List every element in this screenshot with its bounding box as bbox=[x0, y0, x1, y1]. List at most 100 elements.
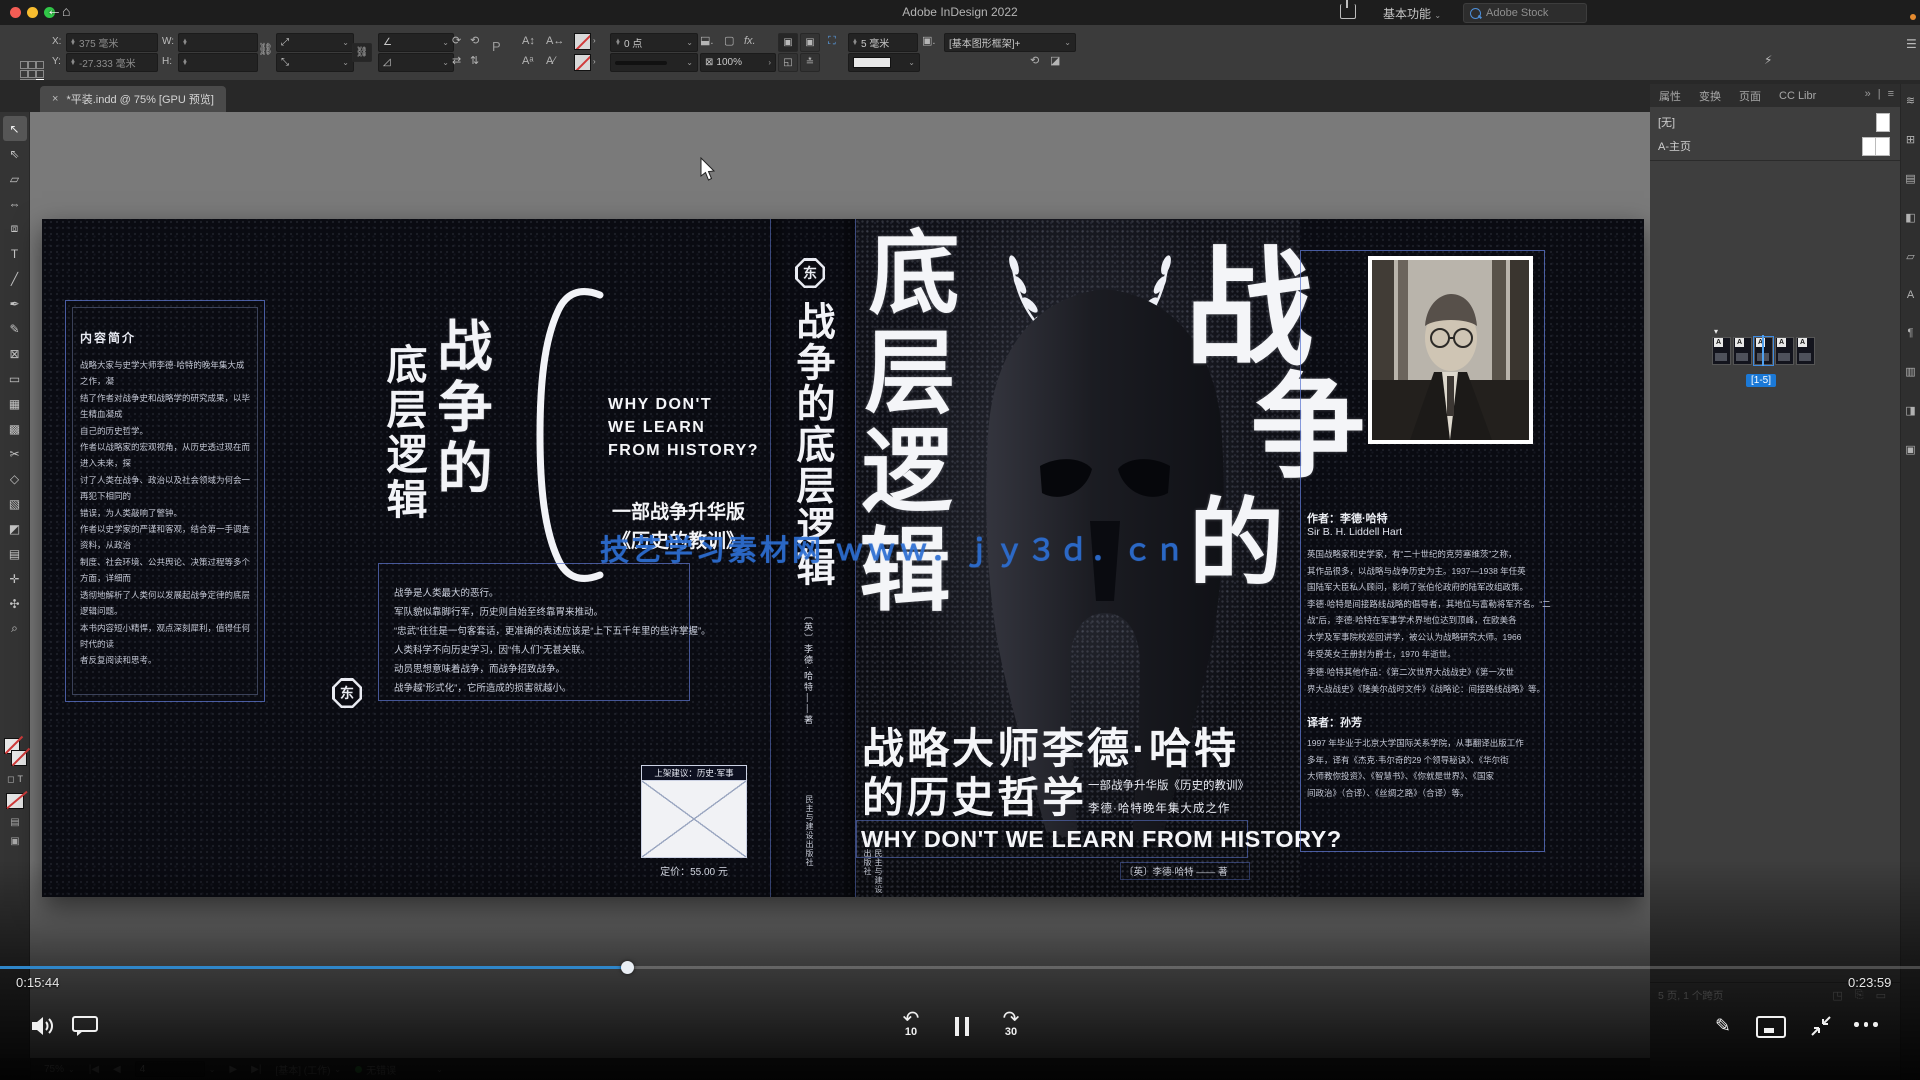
page-range-label[interactable]: [1-5] bbox=[1746, 374, 1776, 387]
free-transform-tool[interactable]: ◇ bbox=[3, 466, 27, 491]
character-panel-icon[interactable]: A bbox=[1907, 289, 1914, 301]
baseline-shift-icon[interactable]: Aᵃ bbox=[522, 55, 533, 67]
fill-chevron-icon[interactable]: › bbox=[593, 56, 596, 68]
pencil-tool[interactable]: ✎ bbox=[3, 316, 27, 341]
rotate-cw-icon[interactable]: ⟳ bbox=[452, 35, 461, 47]
new-spread-icon[interactable]: ⎘ bbox=[1855, 989, 1864, 1002]
workspace-switcher[interactable]: 基本功能 ⌄ bbox=[1383, 5, 1441, 22]
effects-icon[interactable]: fx. bbox=[744, 35, 756, 47]
tab-overflow-icon[interactable]: » bbox=[1865, 88, 1871, 100]
document-tab[interactable]: × *平装.indd @ 75% [GPU 预览] bbox=[40, 86, 226, 112]
frame-fitting-icon[interactable]: ⛶ bbox=[828, 35, 836, 47]
stroke-style-dropdown[interactable]: ⌄ bbox=[610, 53, 698, 72]
corner-options-icon[interactable]: ⬓. bbox=[700, 35, 713, 47]
links-panel-icon[interactable]: ▱ bbox=[1906, 250, 1914, 263]
width-field[interactable]: ▲▼ bbox=[178, 33, 258, 52]
next-page-button[interactable]: ▶ bbox=[229, 1064, 237, 1075]
zoom-tool[interactable]: ⌕ bbox=[3, 616, 27, 641]
gpu-performance-icon[interactable]: ⚡ bbox=[1764, 53, 1772, 67]
skip-forward-button[interactable]: ↷ 30 bbox=[993, 1008, 1029, 1044]
preflight-profile-dropdown[interactable]: [基本] (工作)⌄ bbox=[275, 1062, 341, 1077]
effects-list-icon[interactable]: ≛ bbox=[800, 53, 820, 72]
edit-page-size-icon[interactable]: ◳ bbox=[1832, 989, 1842, 1002]
stroke-color-swatch[interactable] bbox=[574, 33, 591, 50]
gap-field[interactable]: ▲▼5 毫米 bbox=[848, 33, 918, 52]
flip-horizontal-icon[interactable]: ⇄ bbox=[452, 55, 461, 67]
rotate-ccw-icon[interactable]: ⟲ bbox=[470, 35, 479, 47]
height-field[interactable]: ▲▼ bbox=[178, 53, 258, 72]
page-thumbnail[interactable]: A bbox=[1754, 337, 1773, 365]
scale-y-dropdown[interactable]: ⤡⌄ bbox=[276, 53, 354, 72]
formatting-container-icon[interactable]: ◻ bbox=[7, 774, 14, 785]
link-scale-icon[interactable]: ⛓ bbox=[352, 43, 372, 62]
panel-tab[interactable]: 变换 bbox=[1690, 84, 1730, 108]
preflight-menu-icon[interactable]: ⌄ bbox=[436, 1065, 443, 1074]
grid-tool[interactable]: ▩ bbox=[3, 416, 27, 441]
color-panel-icon[interactable]: ◨ bbox=[1905, 404, 1915, 417]
pip-button[interactable] bbox=[1756, 1016, 1786, 1038]
align-panel-icon[interactable]: ⊞ bbox=[1906, 133, 1915, 146]
direct-selection-tool[interactable]: ⇖ bbox=[3, 141, 27, 166]
apply-gradient-icon[interactable]: ▤ bbox=[10, 817, 19, 828]
type-tool[interactable]: T bbox=[3, 241, 27, 266]
screen-mode-icon[interactable]: ▣ bbox=[10, 836, 19, 847]
fill-color-swatch[interactable] bbox=[574, 54, 591, 71]
page-thumbnail[interactable]: A bbox=[1796, 337, 1815, 365]
corner-shape-icon[interactable]: ▢ bbox=[724, 35, 734, 47]
content-collector-tool[interactable]: ⧈ bbox=[3, 216, 27, 241]
page-number-dropdown[interactable]: 4⌄ bbox=[135, 1061, 216, 1077]
zoom-level-dropdown[interactable]: 75%⌄ bbox=[44, 1064, 75, 1075]
frame-tool[interactable]: ⊠ bbox=[3, 341, 27, 366]
pages-panel-icon[interactable]: ▤ bbox=[1905, 172, 1915, 185]
panel-menu-icon[interactable]: ≡ bbox=[1888, 88, 1894, 100]
leading-icon[interactable]: A↕ bbox=[522, 35, 535, 47]
tracking-icon[interactable]: A↔ bbox=[546, 35, 564, 47]
auto-fit-icon[interactable]: ▣. bbox=[922, 35, 935, 47]
eyedropper-tool[interactable]: ✛ bbox=[3, 566, 27, 591]
line-tool[interactable]: ╱ bbox=[3, 266, 27, 291]
master-a-row[interactable]: A-主页 bbox=[1650, 134, 1900, 158]
page-thumbnail[interactable]: A bbox=[1775, 337, 1794, 365]
clear-overrides-icon[interactable]: ⟲ bbox=[1030, 55, 1039, 67]
stroke-panel-icon[interactable]: ▥ bbox=[1905, 365, 1915, 378]
drop-shadow-icon[interactable]: ◱ bbox=[778, 53, 798, 72]
x-position-field[interactable]: ▲▼375 毫米 bbox=[66, 33, 158, 52]
subtitles-button[interactable] bbox=[70, 1012, 100, 1040]
swatches-panel-icon[interactable]: ▣ bbox=[1905, 443, 1915, 456]
stroke-chevron-icon[interactable]: › bbox=[593, 35, 596, 47]
adjust-panel-icon[interactable]: ≋ bbox=[1906, 94, 1915, 107]
quick-apply-icon[interactable]: ◪ bbox=[1050, 55, 1060, 67]
page-thumbnail[interactable]: A bbox=[1733, 337, 1752, 365]
volume-button[interactable] bbox=[28, 1012, 58, 1040]
paragraph-panel-icon[interactable]: ¶ bbox=[1908, 327, 1914, 339]
more-options-button[interactable] bbox=[1854, 1022, 1878, 1027]
scale-x-dropdown[interactable]: ⤢⌄ bbox=[276, 33, 354, 52]
scissors-tool[interactable]: ✂ bbox=[3, 441, 27, 466]
constrain-proportions-icon[interactable]: ⛓ bbox=[258, 43, 273, 55]
document-canvas[interactable]: 内容简介 战略大家与史学大师李德·哈特的晚年集大成之作，凝结了作者对战争史和战略… bbox=[30, 112, 1650, 1058]
delete-spread-icon[interactable]: ▭ bbox=[1876, 989, 1886, 1002]
page-thumbnail[interactable]: A bbox=[1712, 337, 1731, 365]
preview-swatch-dropdown[interactable]: ⌄ bbox=[848, 53, 920, 72]
page-tool[interactable]: ▱ bbox=[3, 166, 27, 191]
prev-page-button[interactable]: ◀ bbox=[113, 1064, 121, 1075]
table-tool[interactable]: ▦ bbox=[3, 391, 27, 416]
flip-vertical-icon[interactable]: ⇅ bbox=[470, 55, 479, 67]
panel-tab[interactable]: 属性 bbox=[1650, 84, 1690, 108]
panel-tab[interactable]: CC Libr bbox=[1770, 86, 1825, 106]
video-progress-handle[interactable] bbox=[621, 961, 634, 974]
last-page-button[interactable]: ▶| bbox=[251, 1064, 261, 1075]
panel-tab[interactable]: 页面 bbox=[1730, 84, 1770, 108]
shear-angle-dropdown[interactable]: ◿⌄ bbox=[378, 53, 454, 72]
stroke-weight-dropdown[interactable]: ▲▼0 点⌄ bbox=[610, 33, 698, 52]
rectangle-tool[interactable]: ▭ bbox=[3, 366, 27, 391]
layers-panel-icon[interactable]: ◧ bbox=[1905, 211, 1915, 224]
note-tool[interactable]: ▤ bbox=[3, 541, 27, 566]
share-icon[interactable] bbox=[1340, 4, 1356, 19]
pen-tool[interactable]: ✒ bbox=[3, 291, 27, 316]
gradient-tool[interactable]: ▧ bbox=[3, 491, 27, 516]
close-tab-icon[interactable]: × bbox=[52, 93, 58, 105]
wrap-bounding-icon[interactable]: ▣ bbox=[800, 33, 820, 52]
stroke-swatch-none[interactable] bbox=[11, 750, 27, 766]
object-style-dropdown[interactable]: [基本图形框架]+⌄ bbox=[944, 33, 1076, 52]
